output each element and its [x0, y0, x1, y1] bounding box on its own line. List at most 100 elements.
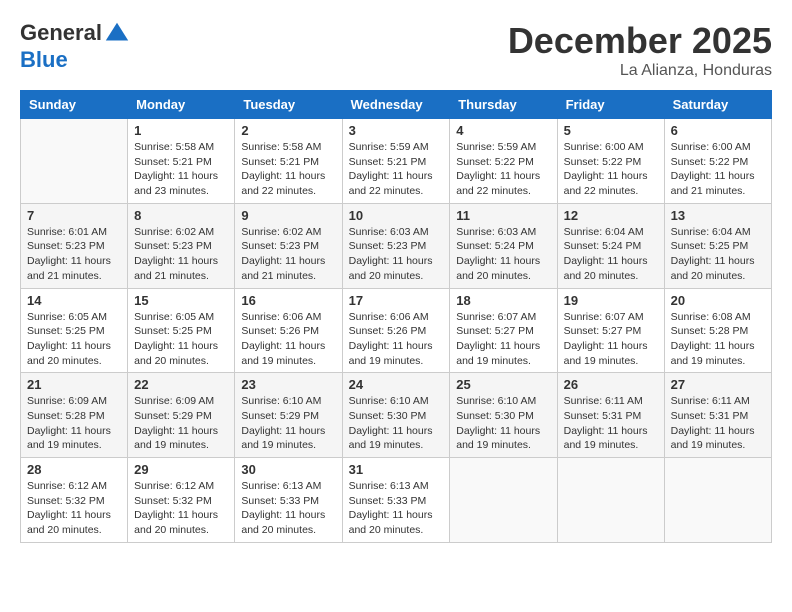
day-info: Sunrise: 6:02 AM Sunset: 5:23 PM Dayligh… — [134, 225, 228, 284]
day-info: Sunrise: 6:08 AM Sunset: 5:28 PM Dayligh… — [671, 310, 765, 369]
day-info: Sunrise: 6:13 AM Sunset: 5:33 PM Dayligh… — [241, 479, 335, 538]
day-number: 4 — [456, 123, 550, 138]
weekday-header-saturday: Saturday — [664, 91, 771, 119]
day-number: 24 — [349, 377, 444, 392]
day-info: Sunrise: 5:58 AM Sunset: 5:21 PM Dayligh… — [241, 140, 335, 199]
day-info: Sunrise: 6:12 AM Sunset: 5:32 PM Dayligh… — [134, 479, 228, 538]
calendar-cell: 18 Sunrise: 6:07 AM Sunset: 5:27 PM Dayli… — [450, 288, 557, 373]
logo-icon — [103, 20, 131, 48]
calendar-cell: 1 Sunrise: 5:58 AM Sunset: 5:21 PM Daylig… — [128, 119, 235, 204]
week-row-5: 28 Sunrise: 6:12 AM Sunset: 5:32 PM Dayli… — [21, 458, 772, 543]
calendar-cell: 28 Sunrise: 6:12 AM Sunset: 5:32 PM Dayli… — [21, 458, 128, 543]
day-number: 26 — [564, 377, 658, 392]
day-number: 23 — [241, 377, 335, 392]
day-info: Sunrise: 6:01 AM Sunset: 5:23 PM Dayligh… — [27, 225, 121, 284]
day-info: Sunrise: 6:09 AM Sunset: 5:28 PM Dayligh… — [27, 394, 121, 453]
calendar-cell: 5 Sunrise: 6:00 AM Sunset: 5:22 PM Daylig… — [557, 119, 664, 204]
day-info: Sunrise: 6:00 AM Sunset: 5:22 PM Dayligh… — [564, 140, 658, 199]
calendar-cell — [21, 119, 128, 204]
day-number: 3 — [349, 123, 444, 138]
day-info: Sunrise: 6:12 AM Sunset: 5:32 PM Dayligh… — [27, 479, 121, 538]
day-info: Sunrise: 6:02 AM Sunset: 5:23 PM Dayligh… — [241, 225, 335, 284]
day-number: 12 — [564, 208, 658, 223]
day-number: 22 — [134, 377, 228, 392]
weekday-header-tuesday: Tuesday — [235, 91, 342, 119]
weekday-header-row: SundayMondayTuesdayWednesdayThursdayFrid… — [21, 91, 772, 119]
calendar-cell: 8Sunrise: 6:02 AM Sunset: 5:23 PM Daylig… — [128, 203, 235, 288]
logo-blue: Blue — [20, 47, 68, 72]
calendar-cell: 22 Sunrise: 6:09 AM Sunset: 5:29 PM Dayli… — [128, 373, 235, 458]
weekday-header-friday: Friday — [557, 91, 664, 119]
day-number: 13 — [671, 208, 765, 223]
day-info: Sunrise: 5:59 AM Sunset: 5:21 PM Dayligh… — [349, 140, 444, 199]
calendar-cell: 11 Sunrise: 6:03 AM Sunset: 5:24 PM Dayli… — [450, 203, 557, 288]
day-info: Sunrise: 6:13 AM Sunset: 5:33 PM Dayligh… — [349, 479, 444, 538]
calendar-cell: 26 Sunrise: 6:11 AM Sunset: 5:31 PM Dayli… — [557, 373, 664, 458]
day-number: 1 — [134, 123, 228, 138]
calendar-cell: 17 Sunrise: 6:06 AM Sunset: 5:26 PM Dayli… — [342, 288, 450, 373]
day-info: Sunrise: 5:59 AM Sunset: 5:22 PM Dayligh… — [456, 140, 550, 199]
day-number: 11 — [456, 208, 550, 223]
weekday-header-sunday: Sunday — [21, 91, 128, 119]
calendar-cell: 30 Sunrise: 6:13 AM Sunset: 5:33 PM Dayli… — [235, 458, 342, 543]
day-number: 15 — [134, 293, 228, 308]
calendar-cell: 14 Sunrise: 6:05 AM Sunset: 5:25 PM Dayli… — [21, 288, 128, 373]
calendar-cell: 23Sunrise: 6:10 AM Sunset: 5:29 PM Dayli… — [235, 373, 342, 458]
calendar-cell: 31Sunrise: 6:13 AM Sunset: 5:33 PM Dayli… — [342, 458, 450, 543]
calendar-table: SundayMondayTuesdayWednesdayThursdayFrid… — [20, 90, 772, 543]
day-info: Sunrise: 6:11 AM Sunset: 5:31 PM Dayligh… — [671, 394, 765, 453]
month-title: December 2025 — [508, 20, 772, 62]
day-number: 14 — [27, 293, 121, 308]
day-info: Sunrise: 6:04 AM Sunset: 5:25 PM Dayligh… — [671, 225, 765, 284]
day-number: 30 — [241, 462, 335, 477]
calendar-cell — [557, 458, 664, 543]
day-number: 19 — [564, 293, 658, 308]
day-info: Sunrise: 6:11 AM Sunset: 5:31 PM Dayligh… — [564, 394, 658, 453]
day-info: Sunrise: 6:06 AM Sunset: 5:26 PM Dayligh… — [349, 310, 444, 369]
calendar-cell: 4 Sunrise: 5:59 AM Sunset: 5:22 PM Daylig… — [450, 119, 557, 204]
day-info: Sunrise: 6:10 AM Sunset: 5:30 PM Dayligh… — [456, 394, 550, 453]
day-info: Sunrise: 6:05 AM Sunset: 5:25 PM Dayligh… — [134, 310, 228, 369]
day-number: 27 — [671, 377, 765, 392]
logo: General Blue — [20, 20, 132, 72]
day-number: 17 — [349, 293, 444, 308]
calendar-cell: 21 Sunrise: 6:09 AM Sunset: 5:28 PM Dayli… — [21, 373, 128, 458]
day-info: Sunrise: 6:06 AM Sunset: 5:26 PM Dayligh… — [241, 310, 335, 369]
calendar-cell: 25 Sunrise: 6:10 AM Sunset: 5:30 PM Dayli… — [450, 373, 557, 458]
day-number: 29 — [134, 462, 228, 477]
day-number: 6 — [671, 123, 765, 138]
title-block: December 2025 La Alianza, Honduras — [508, 20, 772, 80]
day-info: Sunrise: 5:58 AM Sunset: 5:21 PM Dayligh… — [134, 140, 228, 199]
calendar-cell: 16 Sunrise: 6:06 AM Sunset: 5:26 PM Dayli… — [235, 288, 342, 373]
week-row-2: 7Sunrise: 6:01 AM Sunset: 5:23 PM Daylig… — [21, 203, 772, 288]
day-number: 2 — [241, 123, 335, 138]
calendar-cell: 3 Sunrise: 5:59 AM Sunset: 5:21 PM Daylig… — [342, 119, 450, 204]
day-number: 5 — [564, 123, 658, 138]
day-number: 20 — [671, 293, 765, 308]
day-info: Sunrise: 6:07 AM Sunset: 5:27 PM Dayligh… — [564, 310, 658, 369]
day-number: 21 — [27, 377, 121, 392]
logo-text: General Blue — [20, 20, 132, 72]
day-info: Sunrise: 6:09 AM Sunset: 5:29 PM Dayligh… — [134, 394, 228, 453]
day-number: 28 — [27, 462, 121, 477]
day-number: 16 — [241, 293, 335, 308]
calendar-cell: 15 Sunrise: 6:05 AM Sunset: 5:25 PM Dayli… — [128, 288, 235, 373]
day-info: Sunrise: 6:03 AM Sunset: 5:24 PM Dayligh… — [456, 225, 550, 284]
calendar-cell: 12Sunrise: 6:04 AM Sunset: 5:24 PM Dayli… — [557, 203, 664, 288]
location: La Alianza, Honduras — [508, 62, 772, 80]
calendar-cell: 29 Sunrise: 6:12 AM Sunset: 5:32 PM Dayli… — [128, 458, 235, 543]
calendar-cell: 19 Sunrise: 6:07 AM Sunset: 5:27 PM Dayli… — [557, 288, 664, 373]
day-number: 10 — [349, 208, 444, 223]
week-row-4: 21 Sunrise: 6:09 AM Sunset: 5:28 PM Dayli… — [21, 373, 772, 458]
week-row-3: 14 Sunrise: 6:05 AM Sunset: 5:25 PM Dayli… — [21, 288, 772, 373]
day-info: Sunrise: 6:05 AM Sunset: 5:25 PM Dayligh… — [27, 310, 121, 369]
day-info: Sunrise: 6:07 AM Sunset: 5:27 PM Dayligh… — [456, 310, 550, 369]
calendar-cell — [664, 458, 771, 543]
day-number: 18 — [456, 293, 550, 308]
page-header: General Blue December 2025 La Alianza, H… — [20, 20, 772, 80]
week-row-1: 1 Sunrise: 5:58 AM Sunset: 5:21 PM Daylig… — [21, 119, 772, 204]
day-number: 25 — [456, 377, 550, 392]
calendar-cell — [450, 458, 557, 543]
calendar-cell: 9Sunrise: 6:02 AM Sunset: 5:23 PM Daylig… — [235, 203, 342, 288]
calendar-cell: 2 Sunrise: 5:58 AM Sunset: 5:21 PM Daylig… — [235, 119, 342, 204]
